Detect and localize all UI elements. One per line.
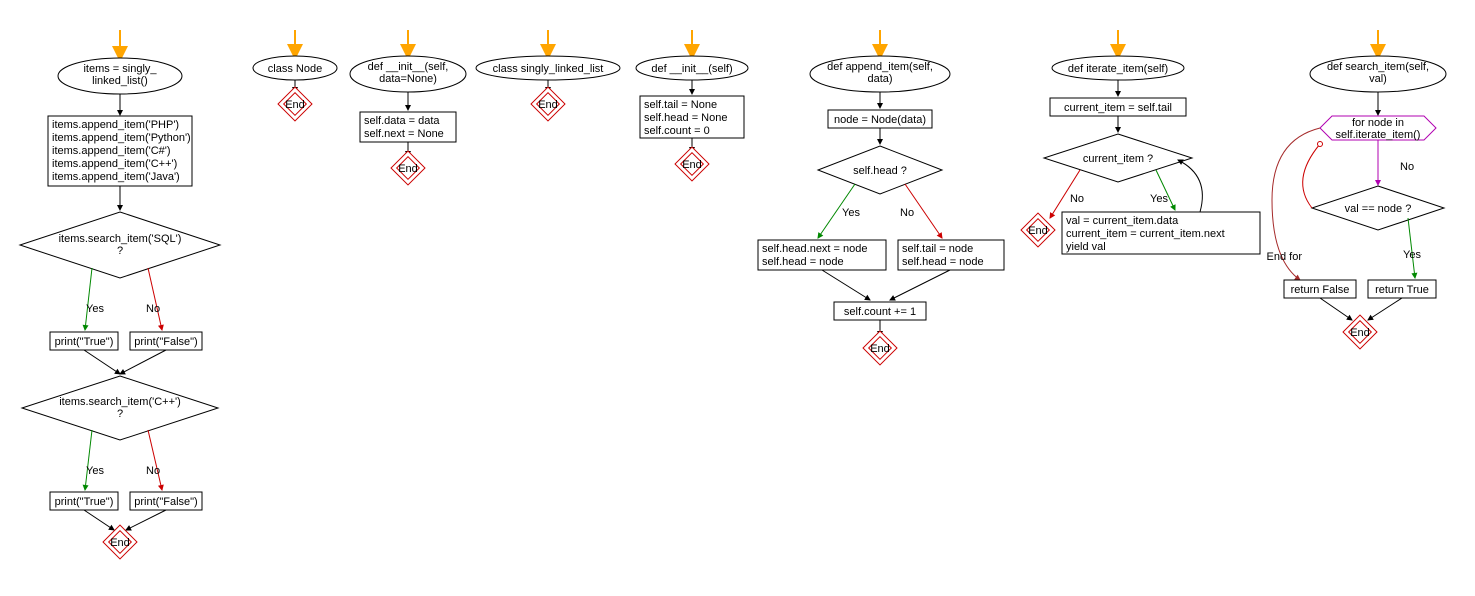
fc6-yb1: self.head = node (762, 256, 844, 268)
fc4-end: End (538, 99, 558, 111)
fc1-start-l1: items = singly_ (83, 63, 157, 75)
fc1-p1-3: items.append_item('C++') (52, 158, 177, 170)
fc6-yb0: self.head.next = node (762, 243, 868, 255)
fc4-start: class singly_linked_list (493, 63, 604, 75)
fc8-s1: def search_item(self, (1327, 61, 1429, 73)
fc5-p1: self.head = None (644, 112, 727, 124)
fc1-pf2: print("False") (134, 496, 197, 508)
fc7: def iterate_item(self) current_item = se… (1021, 30, 1260, 254)
fc7-yes: Yes (1150, 193, 1168, 205)
fc3-p0: self.data = data (364, 115, 440, 127)
fc7-l0: val = current_item.data (1066, 215, 1179, 227)
fc8-end: End (1350, 327, 1370, 339)
fc1-d2-2: ? (117, 408, 123, 420)
fc1: items = singly_ linked_list() items.appe… (20, 30, 220, 559)
fc1-d1-2: ? (117, 245, 123, 257)
fc1-p1-4: items.append_item('Java') (52, 171, 180, 183)
fc1-yes2: Yes (86, 465, 104, 477)
fc7-l2: yield val (1066, 241, 1106, 253)
fc1-no2: No (146, 465, 160, 477)
fc6-nb0: self.tail = node (902, 243, 973, 255)
fc1-no1: No (146, 303, 160, 315)
fc7-no: No (1070, 193, 1084, 205)
fc1-p1-2: items.append_item('C#') (52, 145, 171, 157)
fc6-dec: self.head ? (853, 165, 907, 177)
fc6-no: No (900, 207, 914, 219)
fc5-start: def __init__(self) (651, 63, 732, 75)
fc5-end: End (682, 159, 702, 171)
fc8-endfor: End for (1267, 251, 1303, 263)
fc5-p0: self.tail = None (644, 99, 717, 111)
flowchart-diagram: items = singly_ linked_list() items.appe… (0, 0, 1475, 596)
fc8: def search_item(self, val) for node in s… (1267, 30, 1446, 349)
fc3-s2: data=None) (379, 73, 437, 85)
fc1-pf1: print("False") (134, 336, 197, 348)
fc8-dec: val == node ? (1345, 203, 1412, 215)
fc2-end: End (285, 99, 305, 111)
fc7-l1: current_item = current_item.next (1066, 228, 1225, 240)
fc6-s1: def append_item(self, (827, 61, 933, 73)
fc7-start: def iterate_item(self) (1068, 63, 1168, 75)
fc8-nolp: No (1400, 161, 1414, 173)
fc3-p1: self.next = None (364, 128, 444, 140)
fc7-dec: current_item ? (1083, 153, 1153, 165)
fc7-p1: current_item = self.tail (1064, 102, 1172, 114)
fc3: def __init__(self, data=None) self.data … (350, 30, 466, 185)
fc3-end: End (398, 163, 418, 175)
fc4: class singly_linked_list End (476, 30, 620, 121)
fc6-end: End (870, 343, 890, 355)
fc1-pt1: print("True") (55, 336, 114, 348)
fc5: def __init__(self) self.tail = None self… (636, 30, 748, 181)
fc8-l2: self.iterate_item() (1336, 129, 1421, 141)
fc1-end: End (110, 537, 130, 549)
fc8-yes: Yes (1403, 249, 1421, 261)
fc8-s2: val) (1369, 73, 1387, 85)
fc6-s2: data) (867, 73, 892, 85)
fc1-d2-1: items.search_item('C++') (59, 396, 181, 408)
fc3-s1: def __init__(self, (368, 61, 449, 73)
fc1-p1-1: items.append_item('Python') (52, 132, 191, 144)
fc8-rt: return True (1375, 284, 1429, 296)
fc8-rf: return False (1291, 284, 1350, 296)
fc6: def append_item(self, data) node = Node(… (758, 30, 1004, 365)
fc6-p1: node = Node(data) (834, 114, 926, 126)
fc6-yes: Yes (842, 207, 860, 219)
fc1-yes1: Yes (86, 303, 104, 315)
fc1-start-l2: linked_list() (92, 75, 148, 87)
fc6-join: self.count += 1 (844, 306, 916, 318)
fc7-end: End (1028, 225, 1048, 237)
fc2: class Node End (253, 30, 337, 121)
fc8-l1: for node in (1352, 117, 1404, 129)
fc1-p1-0: items.append_item('PHP') (52, 119, 179, 131)
fc1-pt2: print("True") (55, 496, 114, 508)
fc2-start: class Node (268, 63, 322, 75)
fc1-d1-1: items.search_item('SQL') (59, 233, 182, 245)
fc5-p2: self.count = 0 (644, 125, 710, 137)
fc6-nb1: self.head = node (902, 256, 984, 268)
